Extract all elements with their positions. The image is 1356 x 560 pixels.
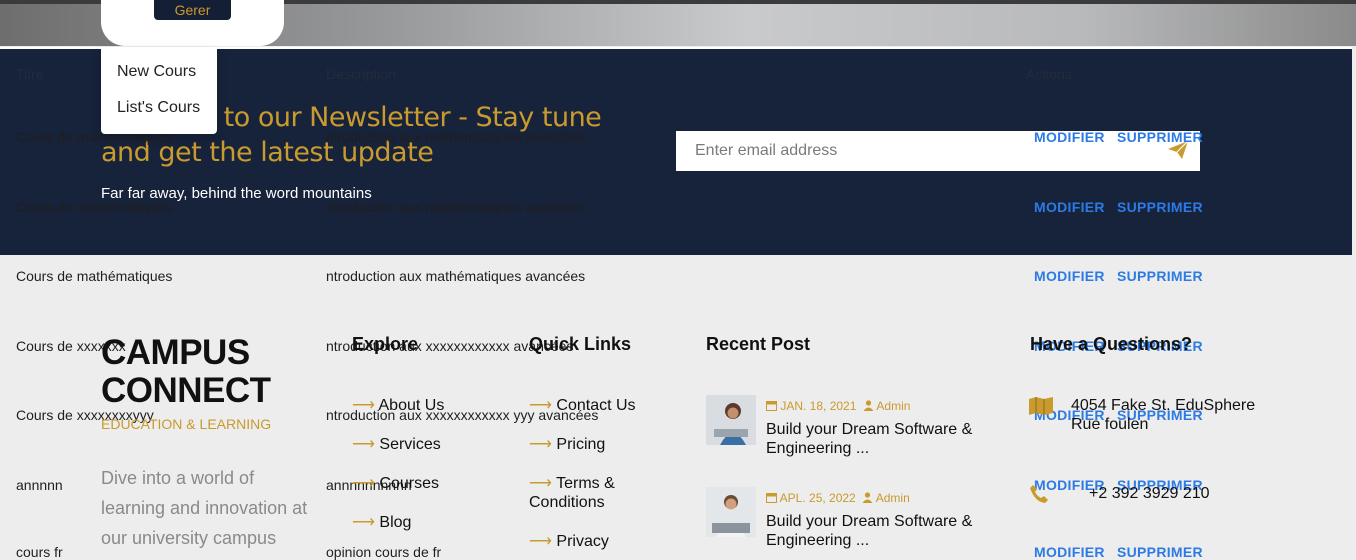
arrow-right-icon: ⟶ xyxy=(352,397,375,414)
delete-button[interactable]: SUPPRIMER xyxy=(1117,199,1203,215)
modify-button[interactable]: MODIFIER xyxy=(1034,544,1105,560)
contact-phone[interactable]: +2 392 3929 210 xyxy=(1089,484,1210,503)
user-icon xyxy=(862,492,873,503)
brand-description: Dive into a world of learning and innova… xyxy=(101,468,308,548)
cell-title: annnnn xyxy=(16,477,63,493)
post-author: Admin xyxy=(876,399,911,413)
post-thumbnail[interactable] xyxy=(706,395,756,445)
map-icon xyxy=(1029,397,1053,420)
cell-title: Cours de mathématiques xyxy=(16,268,173,284)
post-author: Admin xyxy=(875,491,910,505)
modify-button[interactable]: MODIFIER xyxy=(1034,129,1105,145)
column-header-description: Description xyxy=(326,66,397,82)
arrow-right-icon: ⟶ xyxy=(529,397,552,414)
cell-description: ntroduction aux mathématiques avancées xyxy=(326,129,586,145)
footer-link-contact[interactable]: ⟶ Contact Us xyxy=(529,396,636,415)
footer-link-blog[interactable]: ⟶ Blog xyxy=(352,513,411,532)
footer-link-pricing[interactable]: ⟶ Pricing xyxy=(529,435,605,454)
footer-link-courses[interactable]: ⟶ Courses xyxy=(352,474,439,493)
calendar-icon xyxy=(766,401,777,411)
calendar-icon xyxy=(766,493,777,503)
phone-icon xyxy=(1029,484,1049,509)
user-icon xyxy=(863,400,874,411)
cell-description: ntroduction aux mathématiques avancées xyxy=(326,199,586,215)
quick-links-title: Quick Links xyxy=(529,334,632,354)
brand-tagline: EDUCATION & LEARNING xyxy=(101,416,272,432)
recent-post-title: Recent Post xyxy=(706,334,811,354)
manage-dropdown xyxy=(101,47,217,134)
cell-title: Cours de mathématiques xyxy=(16,199,173,215)
post-title-link[interactable]: Build your Dream Software & Engineering … xyxy=(766,420,996,458)
arrow-right-icon: ⟶ xyxy=(352,514,375,531)
menu-item-list-cours[interactable]: List's Cours xyxy=(117,99,200,117)
post-date: JAN. 18, 2021 xyxy=(780,399,857,413)
arrow-right-icon: ⟶ xyxy=(352,436,375,453)
arrow-right-icon: ⟶ xyxy=(352,475,375,492)
person-photo-icon xyxy=(706,487,756,537)
arrow-right-icon: ⟶ xyxy=(529,533,552,550)
post-thumbnail[interactable] xyxy=(706,487,756,537)
contact-address: 4054 Fake St. EduSphere Rue foulen xyxy=(1071,397,1256,433)
contact-title: Have a Questions? xyxy=(1030,334,1193,354)
delete-button[interactable]: SUPPRIMER xyxy=(1117,129,1203,145)
footer-link-services[interactable]: ⟶ Services xyxy=(352,435,441,454)
cell-description: opinion cours de fr xyxy=(326,544,442,560)
delete-button[interactable]: SUPPRIMER xyxy=(1117,544,1203,560)
modify-button[interactable]: MODIFIER xyxy=(1034,268,1105,284)
column-header-actions: Actions xyxy=(1026,66,1072,82)
column-header-title: Titre xyxy=(16,66,44,82)
post-meta: APL. 25, 2022 Admin xyxy=(766,491,910,505)
explore-title: Explore xyxy=(352,334,419,354)
menu-item-new-cours[interactable]: New Cours xyxy=(117,63,196,81)
modify-button[interactable]: MODIFIER xyxy=(1034,199,1105,215)
post-meta: JAN. 18, 2021 Admin xyxy=(766,399,910,413)
brand-name: CAMPUS CONNECT xyxy=(101,333,271,410)
arrow-right-icon: ⟶ xyxy=(529,475,552,492)
post-title-link[interactable]: Build your Dream Software & Engineering … xyxy=(766,512,996,550)
cell-title: cours fr xyxy=(16,544,63,560)
arrow-right-icon: ⟶ xyxy=(529,436,552,453)
manage-button[interactable]: Gerer xyxy=(154,0,231,20)
footer-link-privacy[interactable]: ⟶ Privacy xyxy=(529,532,609,551)
footer-link-about[interactable]: ⟶ About Us xyxy=(352,396,444,415)
footer-link-terms[interactable]: ⟶ Terms & Conditions xyxy=(529,474,639,512)
post-date: APL. 25, 2022 xyxy=(779,491,856,505)
delete-button[interactable]: SUPPRIMER xyxy=(1117,268,1203,284)
person-photo-icon xyxy=(706,395,756,445)
cell-description: ntroduction aux mathématiques avancées xyxy=(326,268,586,284)
